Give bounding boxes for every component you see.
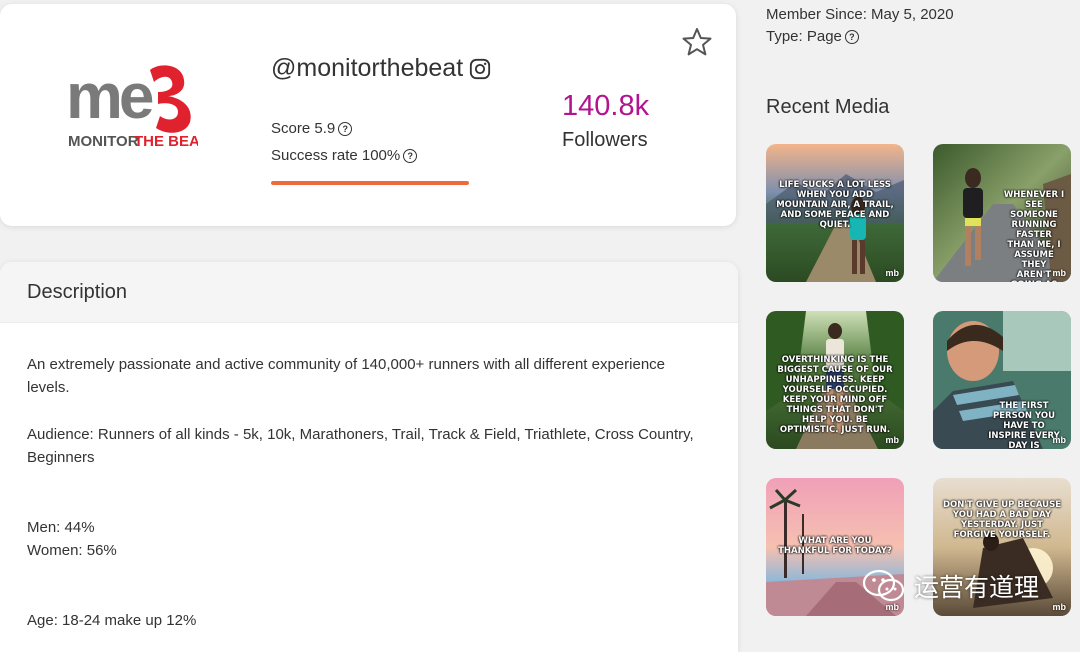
wechat-watermark: 运营有道理: [862, 568, 1039, 604]
description-header: Description: [0, 262, 738, 323]
favorite-star-icon[interactable]: [681, 26, 713, 58]
description-card: Description An extremely passionate and …: [0, 262, 738, 652]
success-line: Success rate 100% ?: [271, 147, 418, 164]
help-icon[interactable]: ?: [403, 148, 418, 163]
media-caption: Overthinking is the biggest cause of our…: [777, 355, 893, 435]
media-caption: Don't give up because you had a bad day …: [943, 500, 1061, 540]
type-line: Type: Page ?: [766, 28, 859, 45]
followers-count: 140.8k: [562, 90, 650, 122]
description-audience: Audience: Runners of all kinds - 5k, 10k…: [27, 426, 694, 466]
media-tile[interactable]: The first person you have to inspire eve…: [933, 311, 1071, 449]
description-intro: An extremely passionate and active commu…: [27, 356, 665, 396]
profile-handle[interactable]: @monitorthebeat: [271, 54, 491, 83]
watermark-text: 运营有道理: [914, 574, 1040, 602]
success-progress-bar: [271, 181, 469, 185]
recent-media-title: Recent Media: [766, 96, 890, 118]
logo-text-thebeat: THE BEAT: [134, 133, 198, 150]
media-caption: Life sucks a lot less when you add mount…: [776, 180, 894, 230]
help-icon[interactable]: ?: [844, 29, 859, 44]
followers-label: Followers: [562, 129, 648, 151]
logo-text-monitor: MONITOR: [68, 133, 139, 150]
description-title: Description: [27, 280, 128, 303]
description-men: Men: 44%: [27, 519, 95, 536]
description-body: An extremely passionate and active commu…: [0, 323, 738, 632]
profile-card: me MONITOR THE BEAT @monitorthebeat Scor…: [0, 4, 736, 226]
member-since: Member Since: May 5, 2020: [766, 6, 954, 23]
wechat-icon: [862, 569, 905, 602]
type-label: Type: Page: [766, 28, 842, 45]
media-tile[interactable]: Whenever I see someone running faster th…: [933, 144, 1071, 282]
description-women: Women: 56%: [27, 542, 117, 559]
success-progress-fill: [271, 181, 469, 185]
description-age: Age: 18-24 make up 12%: [27, 612, 197, 629]
svg-text:me: me: [66, 62, 153, 132]
media-brand-mark: mb: [1052, 602, 1067, 612]
media-brand-mark: mb: [885, 435, 900, 445]
score-label: Score 5.9: [271, 120, 336, 137]
instagram-icon[interactable]: [469, 58, 491, 80]
media-caption: What are you thankful for today?: [778, 536, 892, 556]
handle-text: @monitorthebeat: [271, 54, 464, 82]
brand-logo: me MONITOR THE BEAT: [66, 62, 198, 150]
media-brand-mark: mb: [885, 268, 900, 278]
success-rate-label: Success rate 100%: [271, 147, 401, 164]
help-icon[interactable]: ?: [338, 121, 353, 136]
media-brand-mark: mb: [1052, 268, 1067, 278]
media-brand-mark: mb: [1052, 435, 1067, 445]
media-tile[interactable]: Life sucks a lot less when you add mount…: [766, 144, 904, 282]
score-line: Score 5.9 ?: [271, 120, 353, 137]
media-tile[interactable]: Overthinking is the biggest cause of our…: [766, 311, 904, 449]
